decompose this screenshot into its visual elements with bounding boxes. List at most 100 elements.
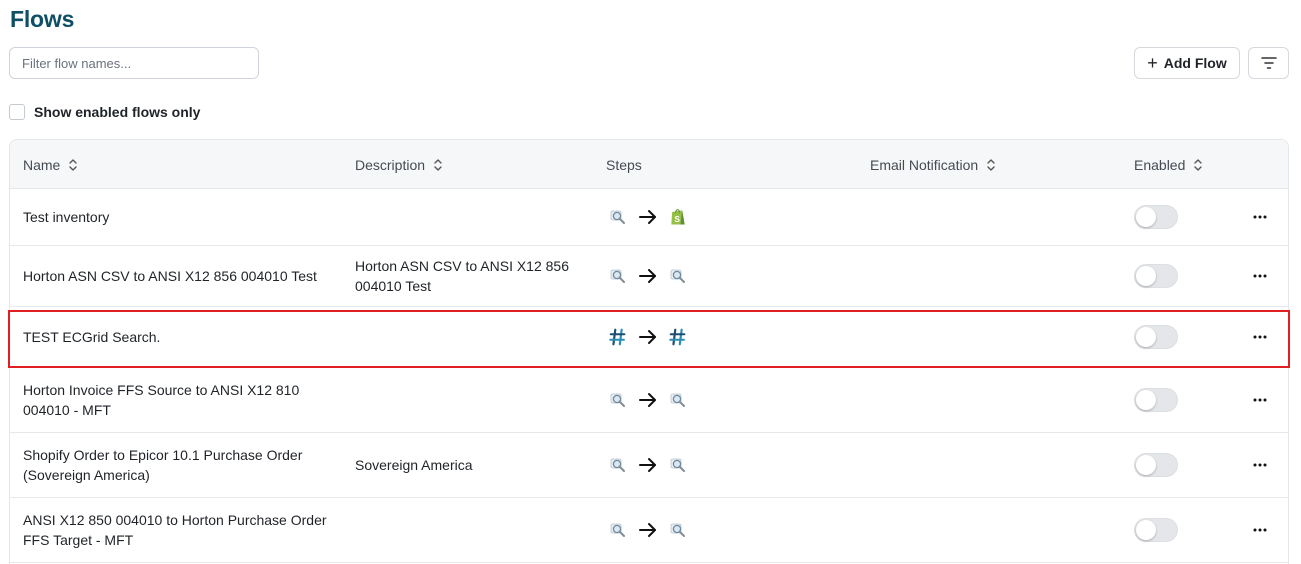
- toggle-knob: [1136, 266, 1156, 286]
- add-flow-label: Add Flow: [1163, 55, 1227, 71]
- row-actions-button[interactable]: [1250, 498, 1270, 562]
- show-enabled-only-toggle[interactable]: Show enabled flows only: [9, 104, 200, 120]
- column-header-steps-label: Steps: [606, 156, 642, 173]
- row-actions-button[interactable]: [1250, 246, 1270, 306]
- plus-icon: +: [1147, 52, 1158, 73]
- search-connector-icon: [608, 520, 628, 540]
- shopify-icon: S: [668, 207, 688, 227]
- column-header-description-label: Description: [355, 156, 426, 173]
- flow-name[interactable]: TEST ECGrid Search.: [23, 307, 333, 367]
- toggle-knob: [1136, 207, 1156, 227]
- flow-name[interactable]: ANSI X12 850 004010 to Horton Purchase O…: [23, 498, 333, 562]
- show-enabled-only-checkbox[interactable]: [9, 104, 25, 120]
- enabled-toggle[interactable]: [1134, 388, 1178, 412]
- flow-description: [355, 498, 585, 562]
- row-actions-button[interactable]: [1250, 368, 1270, 432]
- sort-icon: [986, 158, 996, 172]
- enabled-toggle[interactable]: [1134, 264, 1178, 288]
- flow-description: Sovereign America: [355, 457, 473, 473]
- more-horizontal-icon: [1253, 335, 1267, 339]
- flow-description: Horton ASN CSV to ANSI X12 856 004010 Te…: [355, 258, 570, 294]
- arrow-right-icon: [638, 455, 658, 475]
- column-header-description[interactable]: Description: [355, 140, 443, 189]
- table-row[interactable]: Test inventory S: [10, 189, 1288, 246]
- column-header-enabled[interactable]: Enabled: [1134, 140, 1203, 189]
- flow-name[interactable]: Shopify Order to Epicor 10.1 Purchase Or…: [23, 433, 333, 497]
- filter-lines-icon: [1260, 57, 1277, 69]
- search-connector-icon: [608, 266, 628, 286]
- flow-steps: [608, 498, 688, 562]
- add-flow-button[interactable]: + Add Flow: [1134, 47, 1240, 79]
- more-horizontal-icon: [1253, 528, 1267, 532]
- sort-icon: [1193, 158, 1203, 172]
- enabled-cell: [1134, 189, 1178, 245]
- toggle-knob: [1136, 390, 1156, 410]
- flow-name[interactable]: Horton ASN CSV to ANSI X12 856 004010 Te…: [23, 246, 333, 306]
- svg-text:S: S: [674, 214, 680, 224]
- column-header-email-notification[interactable]: Email Notification: [870, 140, 996, 189]
- flow-description: [355, 189, 585, 245]
- enabled-cell: [1134, 246, 1178, 306]
- filter-button[interactable]: [1248, 47, 1289, 79]
- enabled-toggle[interactable]: [1134, 325, 1178, 349]
- table-row[interactable]: Horton Invoice FFS Source to ANSI X12 81…: [10, 368, 1288, 433]
- flow-name[interactable]: Test inventory: [23, 189, 333, 245]
- flow-description: [355, 368, 585, 432]
- column-header-name[interactable]: Name: [23, 140, 78, 189]
- enabled-cell: [1134, 307, 1178, 367]
- search-connector-icon: [668, 520, 688, 540]
- search-connector-icon: [668, 390, 688, 410]
- enabled-toggle[interactable]: [1134, 518, 1178, 542]
- table-row[interactable]: ANSI X12 850 004010 to Horton Purchase O…: [10, 498, 1288, 563]
- flow-steps: [608, 368, 688, 432]
- more-horizontal-icon: [1253, 274, 1267, 278]
- table-body: Test inventory S Horton ASN CSV to ANSI X1…: [10, 189, 1288, 563]
- arrow-right-icon: [638, 207, 658, 227]
- search-connector-icon: [668, 455, 688, 475]
- enabled-cell: [1134, 433, 1178, 497]
- flow-description: [355, 307, 585, 367]
- flow-steps: [608, 246, 688, 306]
- sort-icon: [433, 158, 443, 172]
- enabled-cell: [1134, 498, 1178, 562]
- table-row[interactable]: Shopify Order to Epicor 10.1 Purchase Or…: [10, 433, 1288, 498]
- filter-flow-names-input[interactable]: [9, 47, 259, 79]
- row-actions-button[interactable]: [1250, 189, 1270, 245]
- toggle-knob: [1136, 455, 1156, 475]
- arrow-right-icon: [638, 327, 658, 347]
- column-header-enabled-label: Enabled: [1134, 156, 1186, 173]
- more-horizontal-icon: [1253, 463, 1267, 467]
- search-connector-icon: [608, 390, 628, 410]
- table-header: Name Description Steps Email Notificatio…: [10, 140, 1288, 189]
- sort-icon: [68, 158, 78, 172]
- enabled-cell: [1134, 368, 1178, 432]
- column-header-name-label: Name: [23, 156, 61, 173]
- toggle-knob: [1136, 520, 1156, 540]
- more-horizontal-icon: [1253, 398, 1267, 402]
- show-enabled-only-label: Show enabled flows only: [34, 104, 201, 120]
- table-row[interactable]: TEST ECGrid Search.: [10, 307, 1288, 368]
- row-actions-button[interactable]: [1250, 433, 1270, 497]
- flow-steps: S: [608, 189, 688, 245]
- page-title: Flows: [10, 6, 75, 32]
- more-horizontal-icon: [1253, 215, 1267, 219]
- ecgrid-icon: [608, 327, 628, 347]
- enabled-toggle[interactable]: [1134, 453, 1178, 477]
- arrow-right-icon: [638, 520, 658, 540]
- table-row[interactable]: Horton ASN CSV to ANSI X12 856 004010 Te…: [10, 246, 1288, 307]
- flow-name[interactable]: Horton Invoice FFS Source to ANSI X12 81…: [23, 368, 333, 432]
- toggle-knob: [1136, 327, 1156, 347]
- enabled-toggle[interactable]: [1134, 205, 1178, 229]
- arrow-right-icon: [638, 266, 658, 286]
- search-connector-icon: [608, 207, 628, 227]
- ecgrid-icon: [668, 327, 688, 347]
- column-header-email-notification-label: Email Notification: [870, 156, 979, 173]
- search-connector-icon: [668, 266, 688, 286]
- flows-table: Name Description Steps Email Notificatio…: [9, 139, 1289, 564]
- arrow-right-icon: [638, 390, 658, 410]
- search-connector-icon: [608, 455, 628, 475]
- row-actions-button[interactable]: [1250, 307, 1270, 367]
- column-header-steps: Steps: [606, 140, 642, 189]
- flow-steps: [608, 433, 688, 497]
- flow-steps: [608, 307, 688, 367]
